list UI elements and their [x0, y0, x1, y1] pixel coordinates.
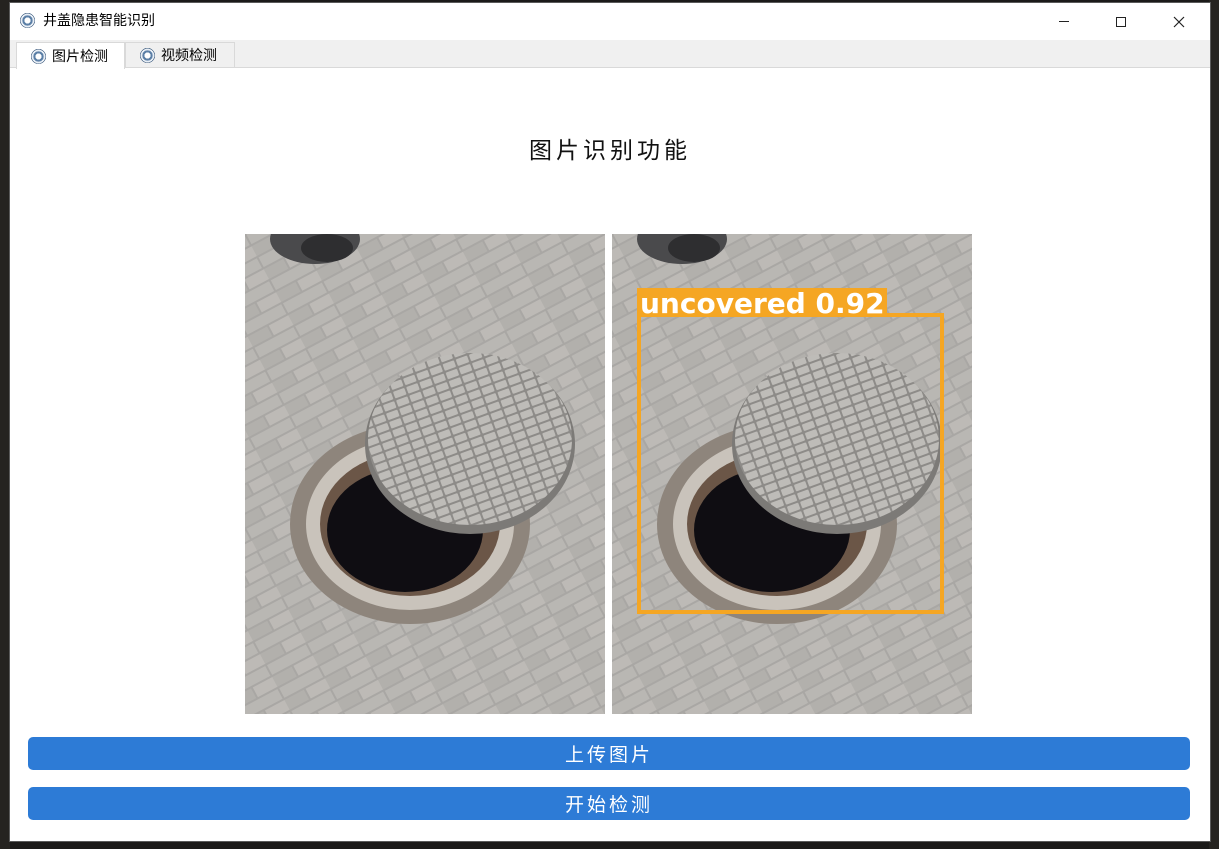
- upload-image-button[interactable]: 上传图片: [28, 737, 1190, 770]
- detection-label: uncovered 0.92: [640, 287, 885, 320]
- desktop-background-left: [0, 0, 10, 849]
- tab-bar: 图片检测 视频检测: [10, 40, 1210, 69]
- detection-confidence: 0.92: [816, 287, 885, 320]
- desktop-background-right: [1209, 0, 1219, 849]
- tab-image-detection[interactable]: 图片检测: [16, 42, 125, 69]
- page-title: 图片识别功能: [529, 138, 691, 164]
- app-logo-icon: [140, 47, 155, 63]
- minimize-button[interactable]: [1035, 3, 1093, 40]
- manhole-photo: uncovered 0.92: [612, 234, 972, 714]
- minimize-icon: [1059, 21, 1069, 22]
- close-icon: [1173, 16, 1185, 27]
- app-logo-icon: [20, 13, 35, 28]
- maximize-button[interactable]: [1092, 3, 1150, 40]
- maximize-icon: [1116, 16, 1126, 27]
- app-logo-icon: [31, 48, 46, 64]
- result-image: uncovered 0.92: [612, 234, 972, 714]
- tab-video-detection[interactable]: 视频检测: [125, 42, 235, 68]
- close-button[interactable]: [1150, 3, 1208, 40]
- start-detection-button[interactable]: 开始检测: [28, 787, 1190, 820]
- tab-label: 图片检测: [52, 49, 108, 65]
- window-title: 井盖隐患智能识别: [43, 13, 155, 29]
- detection-class: uncovered: [640, 287, 806, 320]
- tab-label: 视频检测: [161, 48, 217, 64]
- manhole-photo: [245, 234, 605, 714]
- input-image: [245, 234, 605, 714]
- title-bar: 井盖隐患智能识别: [10, 3, 1210, 40]
- app-window: 井盖隐患智能识别 图片检测 视频检测 图片识别功能 uncovered 0.92…: [10, 3, 1210, 841]
